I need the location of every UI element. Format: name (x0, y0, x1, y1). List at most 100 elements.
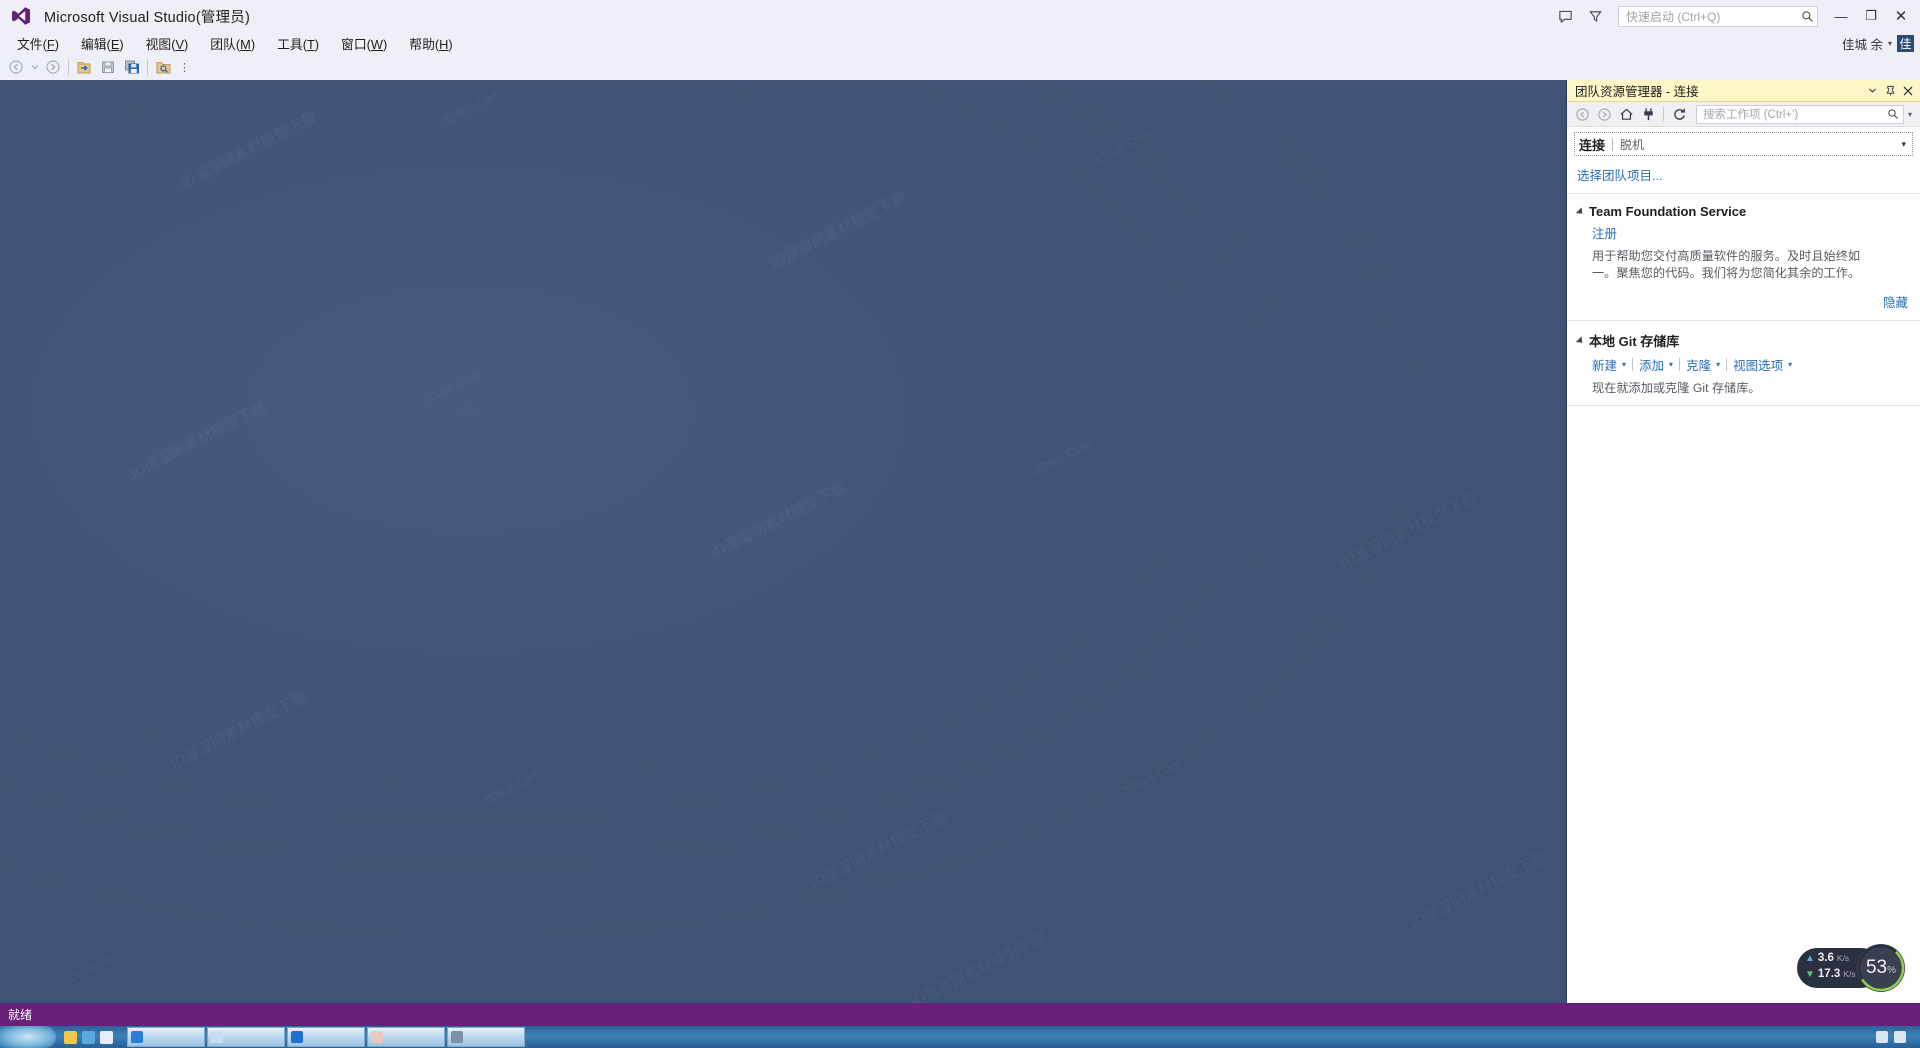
divider (1726, 358, 1728, 371)
taskbar-task-button[interactable] (207, 1027, 285, 1047)
menu-item-edit[interactable]: 编辑(E) (70, 32, 135, 55)
status-bar: 就绪 (0, 1003, 1920, 1026)
search-icon[interactable] (1797, 10, 1817, 23)
taskbar-quicklaunch-icon[interactable] (100, 1030, 113, 1044)
taskbar-task-button[interactable] (367, 1027, 445, 1047)
save-all-icon[interactable] (120, 56, 144, 78)
expand-triangle-icon[interactable] (1575, 335, 1586, 346)
view-options-command[interactable]: 视图选项 (1733, 355, 1783, 374)
section-title: Team Foundation Service (1589, 204, 1747, 219)
restore-button[interactable]: ❐ (1856, 1, 1886, 31)
windows-taskbar (0, 1026, 1920, 1048)
taskbar-task-button[interactable] (447, 1027, 525, 1047)
chevron-down-icon[interactable]: ▾ (1901, 139, 1908, 150)
new-repo-command[interactable]: 新建 (1592, 355, 1617, 374)
toolbar-separator (147, 59, 148, 75)
tray-icon[interactable] (1876, 1031, 1888, 1043)
menu-accel: W (370, 36, 383, 52)
save-icon[interactable] (96, 56, 120, 78)
chevron-down-icon[interactable]: ▾ (1669, 360, 1673, 369)
chevron-down-icon[interactable]: ▾ (1788, 360, 1792, 369)
connect-status-label: 脱机 (1620, 137, 1645, 152)
watermark-text: 3D溜溜网素材模型下载 (805, 809, 950, 894)
taskbar-task-button[interactable] (287, 1027, 365, 1047)
chevron-down-icon[interactable]: ▾ (1716, 360, 1720, 369)
close-button[interactable]: ✕ (1886, 1, 1916, 31)
plug-connect-icon[interactable] (1637, 104, 1659, 125)
menu-label: 工具 (277, 36, 303, 52)
user-account-area[interactable]: 佳城 余 ▾ 佳 (1842, 32, 1914, 54)
navigate-forward-icon[interactable] (41, 56, 65, 78)
expand-triangle-icon[interactable] (1575, 206, 1586, 217)
navigate-backward-dropdown-icon[interactable] (28, 56, 41, 78)
visual-studio-logo (10, 5, 32, 27)
section-header[interactable]: 本地 Git 存储库 (1575, 331, 1908, 350)
chevron-down-icon[interactable]: ▾ (1904, 110, 1916, 119)
chevron-down-icon[interactable]: ▾ (1622, 360, 1626, 369)
menu-item-window[interactable]: 窗口(W) (330, 32, 398, 55)
pin-icon[interactable] (1882, 82, 1898, 100)
menu-item-team[interactable]: 团队(M) (199, 32, 266, 55)
menu-label: 编辑 (80, 36, 107, 52)
section-title: 本地 Git 存储库 (1589, 334, 1680, 349)
home-icon[interactable] (1615, 104, 1637, 125)
taskbar-task-list (127, 1027, 525, 1047)
menu-label: 文件 (17, 36, 43, 52)
tray-icon[interactable] (1894, 1031, 1906, 1043)
taskbar-quicklaunch-icon[interactable] (82, 1030, 95, 1044)
watermark-text: 3D溜溜网素材模型下载 (175, 109, 320, 194)
section-header[interactable]: Team Foundation Service (1575, 204, 1908, 219)
section-description: 用于帮助您交付高质量软件的服务。及时且始终如一。聚焦您的代码。我们将为您简化其余… (1592, 249, 1861, 280)
watermark-text: 3Dso6.Com (1030, 436, 1094, 478)
watermark-text: 3Dso6.Com (480, 766, 544, 808)
team-explorer-header-buttons (1864, 82, 1916, 100)
watermark-text: 3Dso6.Com (1120, 756, 1184, 798)
new-project-icon[interactable] (72, 56, 96, 78)
chevron-down-icon[interactable]: ▾ (1888, 39, 1892, 48)
search-icon[interactable] (1883, 108, 1903, 120)
avatar[interactable]: 佳 (1897, 34, 1914, 52)
start-button[interactable] (0, 1026, 56, 1048)
search-work-items-input[interactable]: 搜索工作项 (Ctrl+') (1696, 104, 1904, 124)
menu-accel: E (110, 36, 120, 52)
menu-label: 团队 (210, 36, 236, 52)
chevron-down-icon[interactable] (1864, 82, 1880, 100)
watermark-text: 3D溜溜网素材模型下载 (705, 479, 850, 564)
feedback-icon[interactable] (1550, 1, 1580, 31)
menu-item-file[interactable]: 文件(F) (6, 32, 70, 55)
connect-dropdown-bar[interactable]: 连接 脱机 ▾ (1574, 132, 1913, 156)
toolbar-separator (1663, 107, 1664, 121)
taskbar-task-button[interactable] (127, 1027, 205, 1047)
menu-label: 帮助 (409, 36, 435, 52)
refresh-icon[interactable] (1668, 104, 1690, 125)
signup-link[interactable]: 注册 (1592, 223, 1908, 242)
toolbar-overflow-button[interactable]: ⋮ (175, 61, 194, 74)
find-in-files-icon[interactable] (151, 56, 175, 78)
select-team-project-row: 选择团队项目... (1567, 156, 1920, 194)
hide-link[interactable]: 隐藏 (1883, 296, 1908, 310)
search-placeholder: 搜索工作项 (Ctrl+') (1703, 109, 1799, 121)
watermark-text: 3Dso6.Com (1090, 126, 1154, 168)
minimize-button[interactable]: — (1826, 1, 1856, 31)
section-actions: 隐藏 (1577, 292, 1908, 312)
close-icon[interactable] (1900, 82, 1916, 100)
add-repo-command[interactable]: 添加 (1639, 355, 1664, 374)
git-commands-row: 新建 ▾ 添加 ▾ 克隆 ▾ 视图选项 ▾ (1592, 355, 1908, 374)
forward-arrow-icon[interactable] (1593, 104, 1615, 125)
menu-label: 视图 (145, 36, 172, 52)
team-explorer-header: 团队资源管理器 - 连接 (1567, 80, 1920, 102)
clone-repo-command[interactable]: 克隆 (1686, 355, 1711, 374)
navigate-backward-icon[interactable] (4, 56, 28, 78)
menu-label: 窗口 (341, 36, 367, 52)
select-team-project-link[interactable]: 选择团队项目... (1577, 169, 1662, 183)
taskbar-quicklaunch-icon[interactable] (64, 1030, 77, 1044)
quick-launch-input[interactable]: 快速启动 (Ctrl+Q) (1618, 5, 1818, 27)
menu-item-view[interactable]: 视图(V) (135, 32, 200, 55)
section-team-foundation-service: Team Foundation Service 注册 用于帮助您交付高质量软件的… (1567, 194, 1920, 321)
menu-item-help[interactable]: 帮助(H) (398, 32, 463, 55)
connect-label: 连接 (1579, 137, 1606, 153)
back-arrow-icon[interactable] (1571, 104, 1593, 125)
menu-accel: F (46, 36, 55, 52)
menu-item-tools[interactable]: 工具(T) (266, 32, 330, 55)
filter-icon[interactable] (1580, 1, 1610, 31)
